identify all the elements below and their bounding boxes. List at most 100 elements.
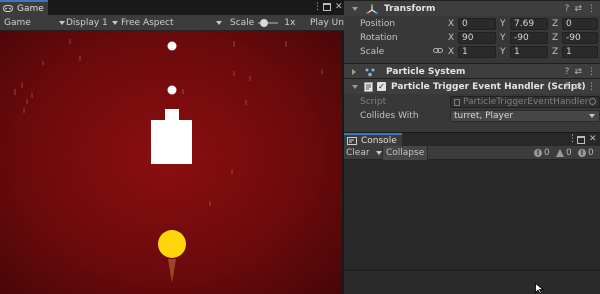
axis-x-label[interactable]: X [448, 47, 454, 57]
close-icon[interactable]: ✕ [335, 2, 343, 12]
more-options-icon[interactable]: ⋮ [587, 67, 596, 77]
transform-icon [366, 3, 378, 14]
chevron-down-icon[interactable] [352, 84, 358, 89]
scale-label: Scale [360, 47, 385, 57]
tab-console-label: Console [361, 135, 397, 146]
mouse-cursor-icon [535, 283, 544, 294]
game-view-dropdown[interactable]: Game [4, 15, 65, 31]
collapse-toggle[interactable]: Collapse [382, 146, 429, 160]
scale-x-field[interactable]: 1 [458, 46, 496, 58]
position-y-field[interactable]: 7.69 [510, 18, 548, 30]
chevron-down-icon [111, 21, 118, 25]
turret [151, 109, 192, 164]
player-ball [158, 230, 186, 258]
tab-game-label: Game [17, 3, 44, 14]
maximize-icon[interactable] [577, 136, 585, 144]
chevron-down-icon[interactable] [352, 6, 358, 11]
settings-icon[interactable]: ⇄ [574, 4, 582, 14]
game-viewport[interactable] [0, 31, 344, 294]
scale-slider-thumb[interactable] [260, 19, 269, 27]
chevron-down-icon[interactable] [375, 151, 382, 155]
rotation-z-field[interactable]: -90 [562, 32, 598, 44]
axis-y-label[interactable]: Y [500, 33, 506, 43]
script-label: Script [360, 97, 387, 107]
scale-label: Scale [230, 18, 255, 28]
script-icon [454, 98, 460, 106]
console-detail-area[interactable] [344, 270, 600, 294]
more-options-icon[interactable]: ⋮ [587, 4, 596, 14]
rotation-x-field[interactable]: 90 [458, 32, 496, 44]
display-dropdown[interactable]: Display 1 [66, 15, 118, 31]
script-field: ParticleTriggerEventHandler [450, 96, 600, 108]
maximize-icon[interactable] [323, 3, 331, 11]
axis-y-label[interactable]: Y [500, 47, 506, 57]
help-icon[interactable]: ? [565, 82, 570, 92]
clear-button[interactable]: Clear [346, 146, 382, 160]
more-options-icon[interactable]: ⋮ [313, 2, 322, 12]
game-scene [14, 39, 323, 283]
game-toolbar: Game Display 1 Free Aspect Scale 1x Play… [0, 15, 353, 31]
more-options-icon[interactable]: ⋮ [568, 134, 577, 144]
projectile-ball [167, 85, 177, 95]
object-picker-icon [589, 98, 596, 105]
rotation-y-field[interactable]: -90 [510, 32, 548, 44]
axis-x-label[interactable]: X [448, 19, 454, 29]
game-tab-bar: Game ⋮ ✕ [0, 0, 344, 15]
particle-system-header[interactable]: Particle System ? ⇄ ⋮ [344, 63, 600, 79]
scale-control: Scale 1x [230, 15, 295, 31]
scale-slider[interactable] [258, 19, 279, 27]
console-icon [347, 136, 357, 145]
collides-with-dropdown[interactable]: turret, Player [450, 110, 600, 122]
axis-z-label[interactable]: Z [552, 33, 558, 43]
settings-icon[interactable]: ⇄ [574, 67, 582, 77]
particle-system-icon [365, 68, 375, 76]
console-log-list[interactable] [344, 160, 600, 270]
display-label: Display 1 [66, 18, 108, 28]
collides-with-value: turret, Player [454, 111, 514, 121]
aspect-dropdown[interactable]: Free Aspect [121, 15, 222, 31]
aspect-label: Free Aspect [121, 18, 174, 28]
log-count-toggle[interactable]: ! 0 [534, 146, 550, 160]
close-icon[interactable]: ✕ [589, 134, 597, 144]
scale-value: 1x [284, 18, 296, 28]
transform-header[interactable]: Transform ? ⇄ ⋮ [344, 0, 600, 16]
scale-y-field[interactable]: 1 [510, 46, 548, 58]
collides-with-label: Collides With [360, 111, 419, 121]
help-icon[interactable]: ? [565, 4, 570, 14]
clear-label: Clear [346, 148, 370, 158]
console-toolbar: Clear Collapse ! 0 0 ! 0 [344, 146, 600, 160]
script-value: ParticleTriggerEventHandler [463, 97, 589, 107]
warning-count: 0 [566, 148, 572, 158]
position-x-field[interactable]: 0 [458, 18, 496, 30]
help-icon[interactable]: ? [565, 67, 570, 77]
game-view-label: Game [4, 18, 31, 28]
position-label: Position [360, 19, 396, 29]
warning-count-toggle[interactable]: 0 [556, 146, 572, 160]
collapse-label: Collapse [386, 148, 425, 158]
trigger-handler-header-actions: ? ⇄ ⋮ [565, 79, 596, 95]
inspector-panel: Transform ? ⇄ ⋮ Position X 0 Y 7.69 Z 0 … [344, 0, 600, 132]
settings-icon[interactable]: ⇄ [574, 82, 582, 92]
tab-console[interactable]: Console [344, 133, 402, 146]
log-count: 0 [544, 148, 550, 158]
chevron-right-icon[interactable] [352, 68, 356, 75]
rotation-label: Rotation [360, 33, 398, 43]
axis-z-label[interactable]: Z [552, 19, 558, 29]
info-icon: ! [534, 149, 542, 157]
chevron-down-icon [58, 21, 65, 25]
more-options-icon[interactable]: ⋮ [587, 82, 596, 92]
link-icon[interactable] [433, 47, 443, 54]
scale-z-field[interactable]: 1 [562, 46, 598, 58]
particle-system-title: Particle System [386, 66, 466, 77]
position-z-field[interactable]: 0 [562, 18, 598, 30]
error-count-toggle[interactable]: ! 0 [578, 146, 594, 160]
trigger-handler-header[interactable]: ✓ Particle Trigger Event Handler (Script… [344, 78, 600, 94]
axis-z-label[interactable]: Z [552, 47, 558, 57]
projectile-ball [167, 41, 177, 51]
player-trail [168, 259, 176, 283]
enabled-checkbox[interactable]: ✓ [377, 82, 386, 91]
axis-x-label[interactable]: X [448, 33, 454, 43]
script-icon [364, 81, 373, 92]
tab-game[interactable]: Game [0, 0, 48, 15]
axis-y-label[interactable]: Y [500, 19, 506, 29]
